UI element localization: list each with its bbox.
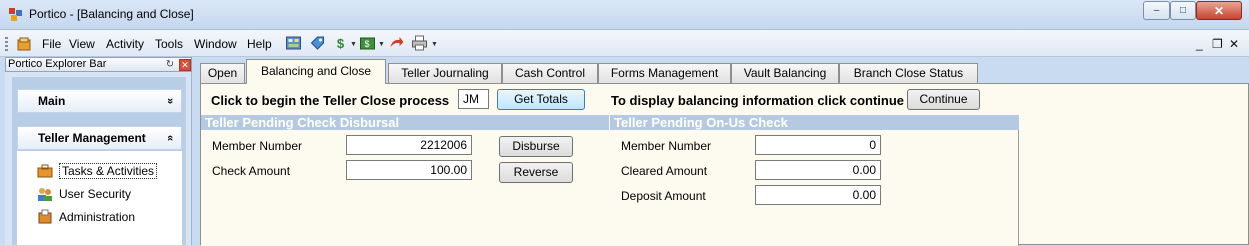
explorer-title: Portico Explorer Bar: [8, 58, 107, 70]
explorer-header: Portico Explorer Bar ↻ ✕: [5, 57, 192, 72]
teller-initials-field[interactable]: JM: [458, 89, 489, 109]
tag-icon[interactable]: [309, 35, 326, 51]
money-dropdown-icon[interactable]: ▼: [350, 41, 357, 48]
continue-prompt: To display balancing information click c…: [611, 93, 905, 108]
reverse-button[interactable]: Reverse: [499, 162, 573, 183]
menu-view[interactable]: View: [69, 37, 95, 51]
briefcase-icon: [37, 163, 53, 179]
refresh-icon[interactable]: ↻: [163, 59, 177, 71]
printer-dropdown-icon[interactable]: ▼: [431, 41, 438, 48]
chevron-down-icon[interactable]: »: [159, 98, 181, 104]
tab-branch-close-status[interactable]: Branch Close Status: [839, 63, 978, 83]
tab-teller-journaling[interactable]: Teller Journaling: [388, 63, 502, 83]
minimize-button[interactable]: –: [1143, 1, 1170, 20]
chevron-up-icon[interactable]: «: [159, 135, 181, 141]
group-main-label: Main: [38, 94, 66, 108]
disbursal-member-number-label: Member Number: [212, 139, 303, 153]
nav-administration[interactable]: Administration: [37, 208, 135, 226]
deposit-amount-field[interactable]: 0.00: [755, 185, 881, 205]
cash-drawer-icon[interactable]: $: [359, 35, 376, 51]
disburse-button[interactable]: Disburse: [499, 136, 573, 157]
pending-checks-panel: Teller Pending Check Disbursal Teller Pe…: [201, 115, 1019, 246]
close-button[interactable]: ✕: [1196, 1, 1242, 20]
disbursal-member-number-field[interactable]: 2212006: [346, 135, 472, 155]
continue-button[interactable]: Continue: [907, 89, 980, 110]
tab-cash-control[interactable]: Cash Control: [502, 63, 598, 83]
group-teller-management-label: Teller Management: [38, 131, 146, 145]
group-main[interactable]: Main »: [17, 89, 182, 113]
nav-tasks-activities[interactable]: Tasks & Activities: [37, 162, 158, 180]
check-amount-label: Check Amount: [212, 164, 291, 178]
menu-activity[interactable]: Activity: [106, 37, 144, 51]
tab-balancing-and-close[interactable]: Balancing and Close: [246, 59, 386, 84]
mdi-close-button[interactable]: ✕: [1229, 37, 1239, 51]
explorer-bar: Portico Explorer Bar ↻ ✕ Main » Teller M…: [5, 57, 192, 245]
explorer-close-icon[interactable]: ✕: [179, 59, 191, 71]
money-icon[interactable]: $: [332, 35, 349, 51]
onus-check-title: Teller Pending On-Us Check: [610, 115, 1019, 130]
window-title: Portico - [Balancing and Close]: [29, 7, 194, 21]
get-totals-button[interactable]: Get Totals: [497, 89, 585, 110]
menu-tools[interactable]: Tools: [155, 37, 183, 51]
check-amount-field[interactable]: 100.00: [346, 160, 472, 180]
nav-user-security-label: User Security: [59, 187, 132, 201]
menu-window[interactable]: Window: [194, 37, 237, 51]
mdi-minimize-button[interactable]: _: [1196, 37, 1203, 51]
tab-vault-balancing[interactable]: Vault Balancing: [731, 63, 839, 83]
portico-logo-icon: [9, 8, 22, 21]
menu-file[interactable]: File: [42, 37, 61, 51]
maximize-button[interactable]: □: [1170, 1, 1196, 20]
calculator-icon[interactable]: [285, 35, 302, 51]
menu-help[interactable]: Help: [247, 37, 272, 51]
close-process-prompt: Click to begin the Teller Close process: [211, 93, 450, 108]
printer-icon[interactable]: [411, 35, 428, 51]
menu-bar: File View Activity Tools Window Help $ ▼…: [0, 30, 1249, 57]
check-disbursal-title: Teller Pending Check Disbursal: [201, 115, 609, 130]
nav-user-security[interactable]: User Security: [37, 185, 131, 203]
admin-box-icon: [37, 209, 53, 225]
cleared-amount-label: Cleared Amount: [621, 164, 708, 178]
nav-tasks-activities-label: Tasks & Activities: [59, 163, 158, 179]
balancing-close-panel: Click to begin the Teller Close process …: [200, 83, 1249, 246]
tab-forms-management[interactable]: Forms Management: [598, 63, 731, 83]
undo-arrow-icon[interactable]: [388, 35, 405, 51]
nav-administration-label: Administration: [59, 210, 136, 224]
cleared-amount-field[interactable]: 0.00: [755, 160, 881, 180]
title-bar: Portico - [Balancing and Close] – □ ✕: [0, 0, 1249, 30]
users-icon: [37, 186, 53, 202]
svg-text:$: $: [365, 39, 370, 49]
onus-member-number-label: Member Number: [621, 139, 712, 153]
main-area: Open Balancing and Close Teller Journali…: [196, 57, 1249, 246]
tab-strip: Open Balancing and Close Teller Journali…: [196, 57, 1249, 84]
mdi-document-icon[interactable]: [16, 36, 32, 52]
deposit-amount-label: Deposit Amount: [621, 189, 706, 203]
cash-drawer-dropdown-icon[interactable]: ▼: [378, 41, 385, 48]
tab-open[interactable]: Open: [200, 63, 245, 83]
toolbar-grip-icon[interactable]: [5, 37, 8, 51]
mdi-restore-button[interactable]: ❐: [1212, 37, 1223, 51]
group-teller-management[interactable]: Teller Management «: [17, 126, 182, 150]
onus-member-number-field[interactable]: 0: [755, 135, 881, 155]
